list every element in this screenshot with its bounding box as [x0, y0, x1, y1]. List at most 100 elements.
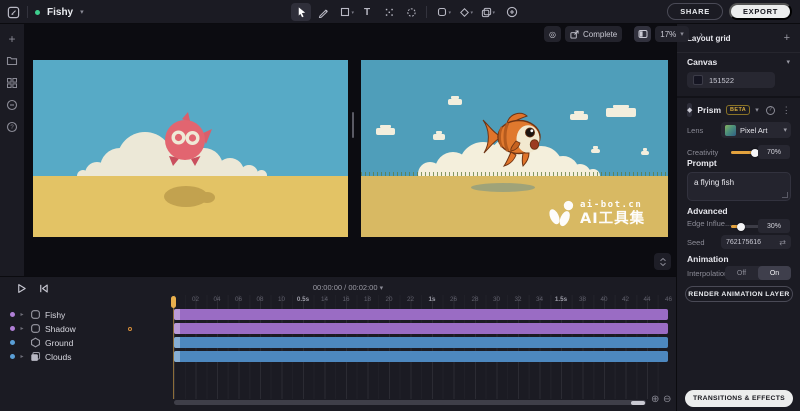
add-tool-icon[interactable]: [502, 3, 522, 21]
timeline-clip-clouds[interactable]: [174, 351, 668, 362]
frame-render[interactable]: ai-bot.cn AI工具集: [361, 60, 668, 237]
frame-resize-handle[interactable]: [352, 112, 354, 138]
scrollbar-thumb[interactable]: [631, 401, 645, 405]
help-icon[interactable]: ?: [0, 119, 24, 134]
timeline-scrollbar[interactable]: [174, 400, 646, 405]
prism-title: Prism: [697, 105, 721, 115]
shuffle-seed-icon[interactable]: ⇄: [779, 238, 786, 247]
interpolation-off-option[interactable]: Off: [725, 266, 758, 280]
right-panel: Layout grid + Canvas ▾ 151522 ◆ Prism BE…: [676, 24, 800, 411]
zoom-select[interactable]: 17% ▾: [655, 26, 689, 42]
chevron-down-icon[interactable]: ▾: [786, 58, 790, 66]
keyframe-indicator[interactable]: [128, 327, 132, 331]
zoom-out-icon[interactable]: ⊖: [663, 394, 671, 405]
seed-input[interactable]: 762175616 ⇄: [721, 235, 791, 249]
expand-chevron-icon[interactable]: ▸: [19, 325, 25, 332]
layer-color-dot: [10, 340, 15, 345]
frame-source[interactable]: [33, 60, 348, 237]
complete-label: Complete: [583, 30, 617, 39]
canvas-viewport[interactable]: ai-bot.cn AI工具集 ◎ Complete 17% ▾ ›: [24, 24, 676, 276]
shape-tool-icon[interactable]: ▾: [432, 3, 452, 21]
chevron-down-icon[interactable]: ▾: [755, 106, 759, 114]
layer-row-shadow[interactable]: ▸ Shadow: [10, 322, 166, 335]
layer-color-dot: [10, 312, 15, 317]
select-tool-icon[interactable]: [291, 3, 311, 21]
fish-shadow: [471, 183, 535, 192]
timeline-clip-fishy[interactable]: [174, 309, 668, 320]
folder-icon[interactable]: [0, 53, 24, 68]
share-button[interactable]: SHARE: [667, 3, 723, 20]
project-name[interactable]: Fishy: [47, 7, 73, 18]
export-button[interactable]: EXPORT: [729, 3, 792, 20]
assets-icon[interactable]: [0, 75, 24, 90]
playhead-handle[interactable]: [171, 296, 176, 308]
timeline-panel: 00:00:00 / 00:02:00 ▾ 02040608100.5s1416…: [0, 276, 676, 411]
svg-text:?: ?: [10, 125, 14, 131]
advanced-label: Advanced: [687, 206, 728, 216]
transform-tool-icon[interactable]: [401, 3, 421, 21]
edge-value[interactable]: 30%: [758, 219, 790, 233]
lens-value: Pixel Art: [740, 126, 768, 135]
canvas-color-value: 151522: [709, 76, 734, 85]
split-view-icon[interactable]: [634, 26, 651, 42]
layer-row-ground[interactable]: Ground: [10, 336, 166, 349]
add-icon[interactable]: +: [0, 31, 24, 46]
chevron-down-icon: ▾: [680, 30, 684, 38]
zoom-in-icon[interactable]: ⊕: [651, 394, 659, 405]
expand-chevron-icon[interactable]: ▸: [19, 353, 25, 360]
timeline-clip-shadow[interactable]: [174, 323, 668, 334]
prompt-label: Prompt: [687, 158, 717, 168]
creativity-label: Creativity: [687, 148, 718, 157]
pen-tool-icon[interactable]: [313, 3, 333, 21]
expand-chevron-icon[interactable]: ▸: [19, 311, 25, 318]
grass-strip: [361, 172, 668, 176]
transitions-effects-button[interactable]: TRANSITIONS & EFFECTS: [685, 390, 793, 407]
pixel-tool-icon[interactable]: [379, 3, 399, 21]
layer-name: Clouds: [45, 352, 71, 362]
prism-header[interactable]: ◆ Prism BETA ▾ ? ⋮: [687, 103, 790, 117]
divider: [677, 96, 800, 98]
layer-row-clouds[interactable]: ▸ Clouds: [10, 350, 166, 363]
pink-fish: [155, 110, 215, 170]
prompt-input[interactable]: a flying fish: [688, 173, 790, 200]
lens-select[interactable]: Pixel Art ▾: [721, 122, 791, 138]
color-swatch[interactable]: [693, 75, 703, 85]
layer-name: Ground: [45, 338, 73, 348]
layer-hexagon-icon: [29, 337, 41, 349]
app-window: Fishy ▾ ▾ T ▾: [0, 0, 800, 411]
canvas-color-field[interactable]: 151522: [687, 72, 775, 88]
canvas-section-title: Canvas: [687, 57, 717, 67]
help-icon[interactable]: ?: [766, 106, 775, 115]
layer-row-fishy[interactable]: ▸Fishy: [10, 308, 166, 321]
comments-icon[interactable]: [0, 97, 24, 112]
creativity-value[interactable]: 70%: [758, 145, 790, 159]
project-menu-chevron-icon[interactable]: ▾: [80, 8, 84, 16]
app-logo-icon[interactable]: [7, 6, 20, 19]
component-tool-icon[interactable]: ▾: [454, 3, 474, 21]
lens-label: Lens: [687, 126, 703, 135]
layers-tool-icon[interactable]: ▾: [476, 3, 496, 21]
text-tool-icon[interactable]: T: [357, 3, 377, 21]
prism-icon: ◆: [687, 103, 692, 117]
prompt-label-row: Prompt: [687, 158, 790, 168]
collapse-panel-icon[interactable]: [654, 253, 671, 270]
snapshot-icon[interactable]: ◎: [544, 26, 561, 42]
complete-button[interactable]: Complete: [565, 26, 622, 42]
timeline-clip-ground[interactable]: [174, 337, 668, 348]
layer-name: Shadow: [45, 324, 76, 334]
interpolation-on-option[interactable]: On: [758, 266, 791, 280]
slider-knob[interactable]: [737, 223, 745, 231]
render-animation-layer-button[interactable]: RENDER ANIMATION LAYER: [685, 286, 793, 302]
watermark-logo-icon: [547, 199, 575, 227]
frame-tool-icon[interactable]: ▾: [335, 3, 355, 21]
layer-color-dot: [10, 326, 15, 331]
timeline-tracks: [174, 277, 668, 411]
kebab-menu-icon[interactable]: ⋮: [782, 105, 791, 116]
add-layout-grid-icon[interactable]: +: [784, 32, 790, 44]
next-frame-icon[interactable]: ›: [693, 26, 710, 42]
canvas-section-header[interactable]: Canvas ▾: [687, 57, 790, 67]
project-status-dot: [35, 10, 40, 15]
prompt-box: a flying fish: [687, 172, 791, 201]
zoom-value: 17%: [660, 30, 676, 39]
animation-label: Animation: [687, 254, 729, 264]
